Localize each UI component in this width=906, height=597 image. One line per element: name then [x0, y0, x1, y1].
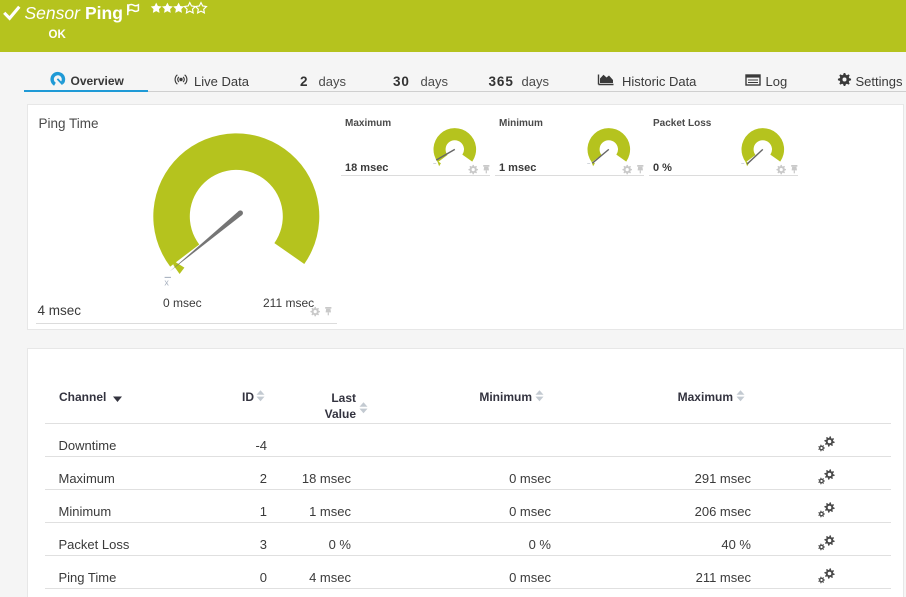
svg-text:x: x [164, 278, 169, 288]
